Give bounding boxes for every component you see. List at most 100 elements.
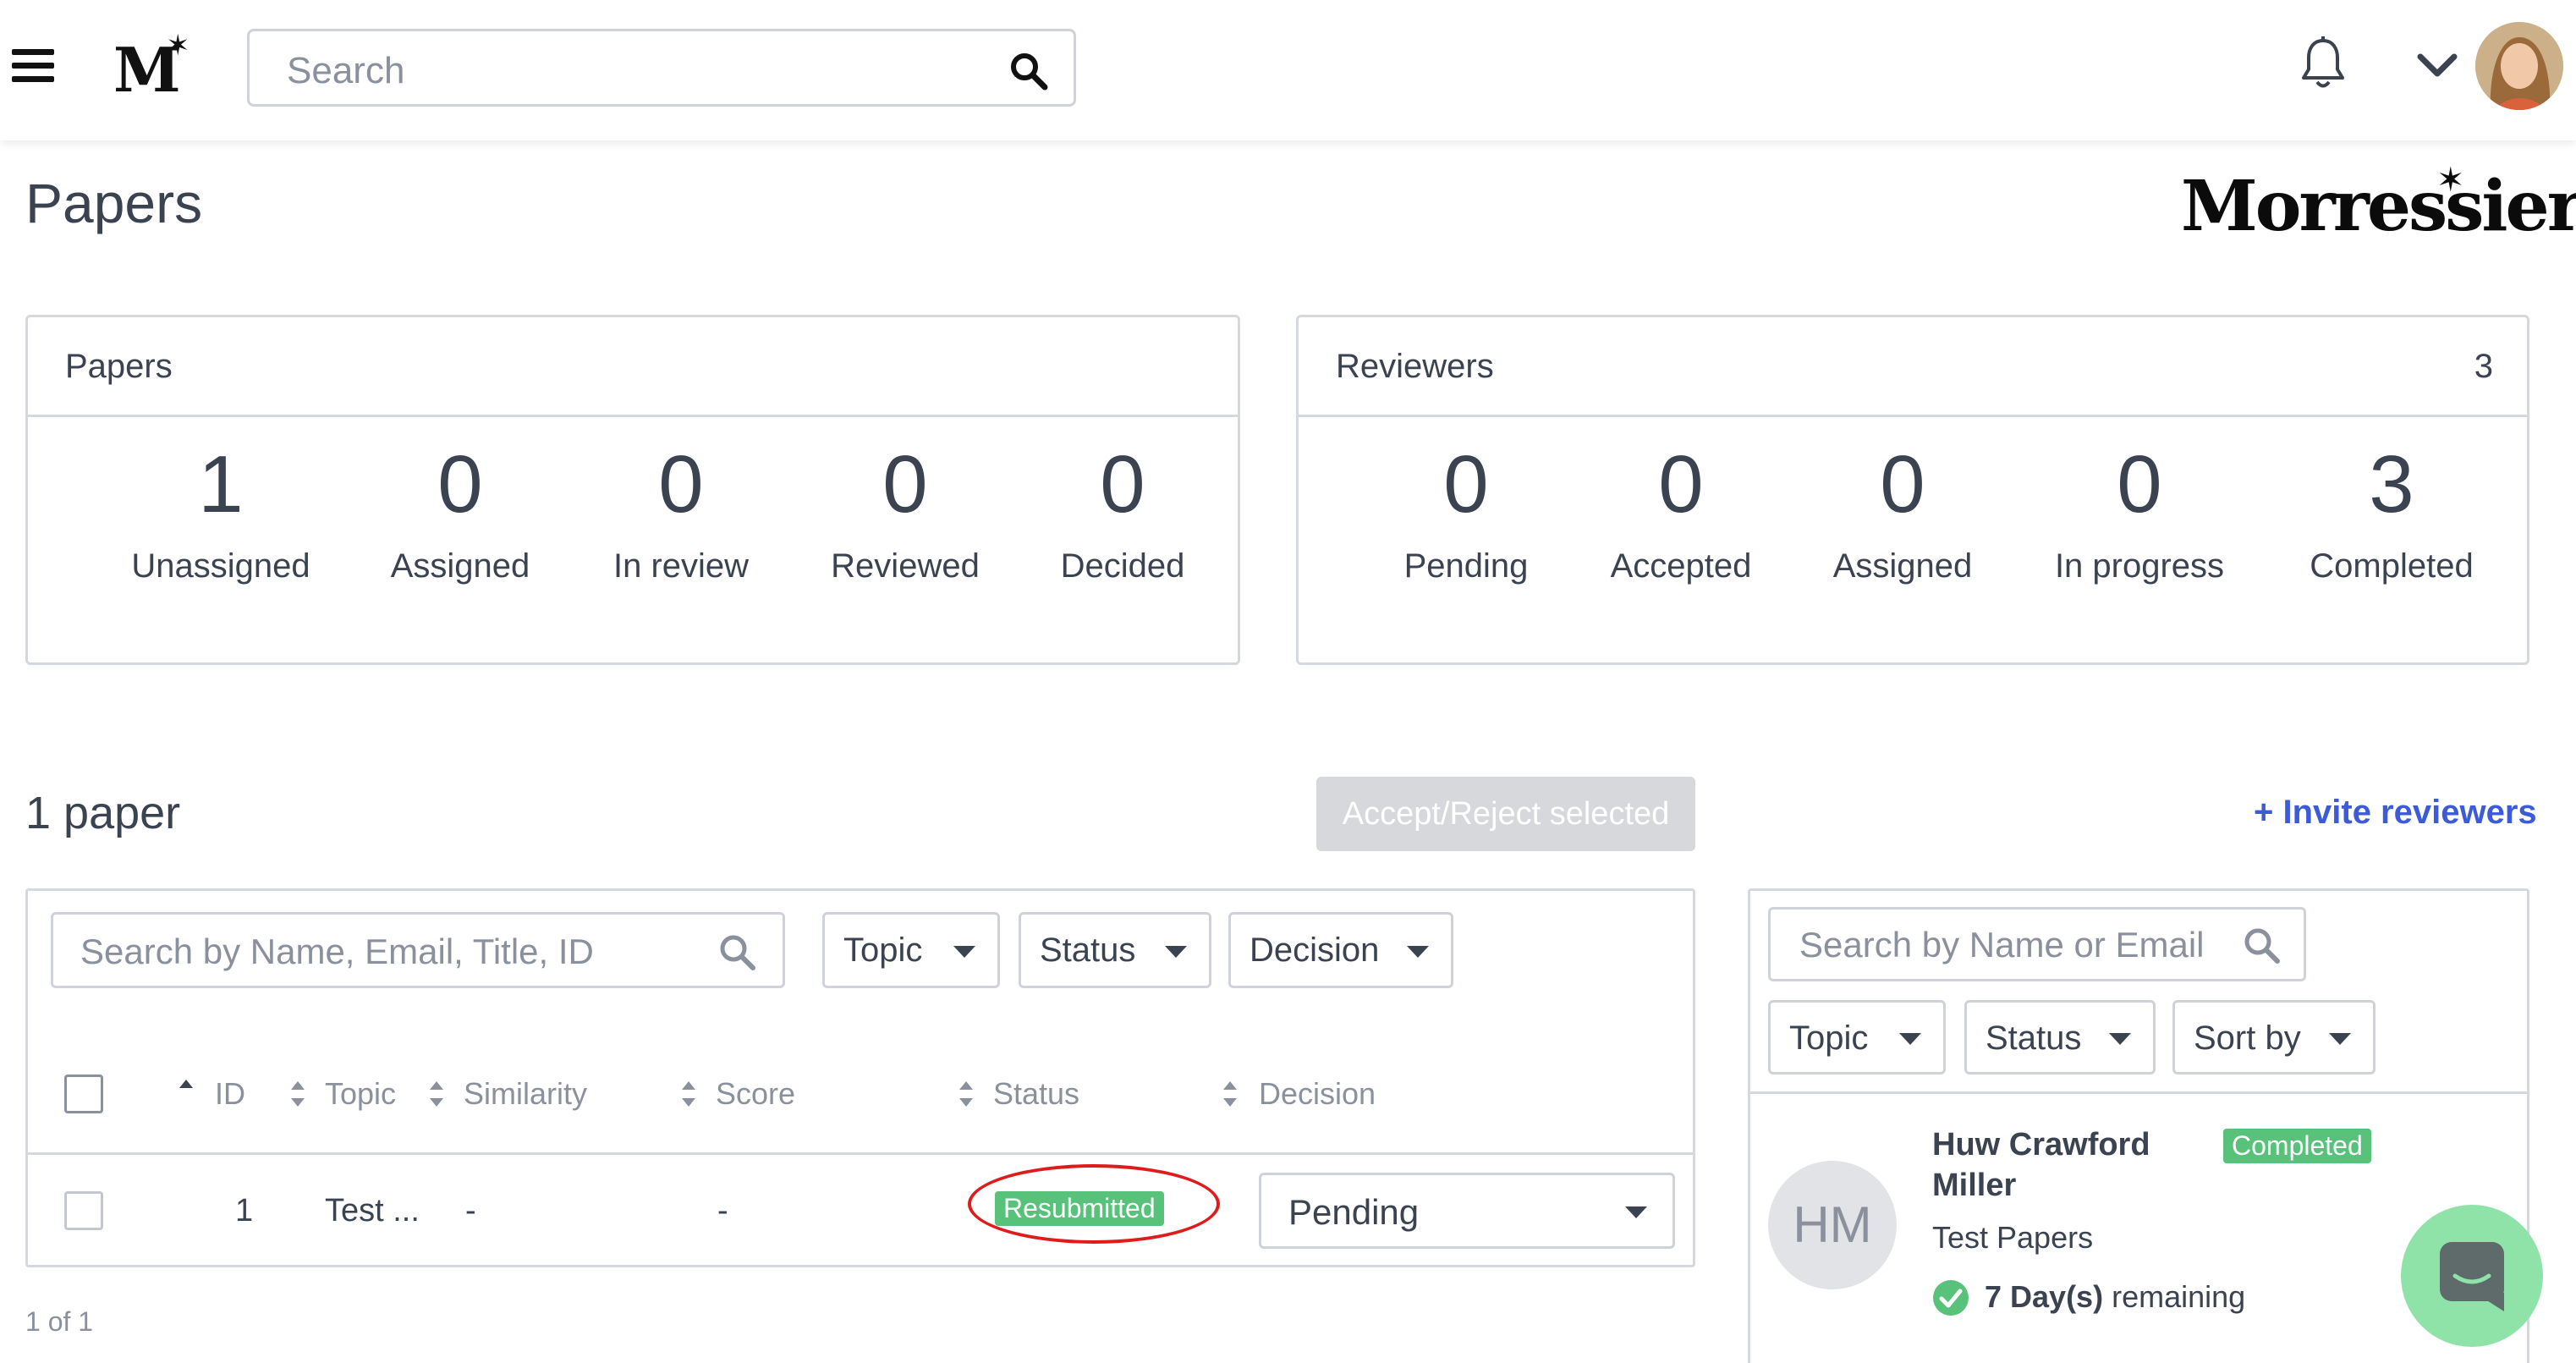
reviewer-initials-avatar: HM bbox=[1768, 1161, 1897, 1289]
reviewer-days: 7 Day(s) bbox=[1985, 1279, 2104, 1314]
sort-icon[interactable] bbox=[958, 1080, 975, 1108]
reviewer-status-badge: Completed bbox=[2223, 1129, 2371, 1163]
reviewer-days-suffix: remaining bbox=[2112, 1279, 2246, 1314]
filter-label: Status bbox=[1040, 932, 1136, 969]
chevron-down-icon[interactable] bbox=[2416, 51, 2458, 80]
row-similarity: - bbox=[465, 1193, 476, 1228]
caret-down-icon bbox=[1407, 946, 1429, 958]
row-checkbox[interactable] bbox=[64, 1191, 103, 1230]
caret-down-icon bbox=[1165, 946, 1187, 958]
stat-reviewed[interactable]: 0 Reviewed bbox=[795, 444, 1015, 585]
stat-value: 0 bbox=[882, 439, 928, 530]
select-all-checkbox[interactable] bbox=[64, 1074, 103, 1113]
stat-completed[interactable]: 3 Completed bbox=[2282, 444, 2502, 585]
stat-value: 0 bbox=[437, 439, 483, 530]
bell-icon[interactable] bbox=[2299, 36, 2347, 91]
stat-value: 3 bbox=[2369, 439, 2414, 530]
stat-value: 0 bbox=[658, 439, 704, 530]
reviewer-time-remaining: 7 Day(s) remaining bbox=[1985, 1279, 2245, 1315]
stat-value: 0 bbox=[1100, 439, 1145, 530]
column-header-score[interactable]: Score bbox=[716, 1076, 795, 1112]
reviewers-count: 3 bbox=[2474, 348, 2493, 385]
decision-select[interactable]: Pending bbox=[1259, 1173, 1675, 1249]
filter-label: Decision bbox=[1250, 932, 1380, 969]
search-icon[interactable] bbox=[717, 932, 757, 972]
reviewer-search-placeholder: Search by Name or Email bbox=[1799, 925, 2205, 965]
filter-label: Topic bbox=[843, 932, 923, 969]
sort-icon[interactable] bbox=[1222, 1080, 1239, 1108]
reviewers-card-title: Reviewers bbox=[1336, 348, 1494, 385]
stat-label: Pending bbox=[1403, 547, 1529, 585]
stat-label: Unassigned bbox=[131, 547, 310, 585]
column-header-similarity[interactable]: Similarity bbox=[464, 1076, 587, 1112]
stat-assigned[interactable]: 0 Assigned bbox=[350, 444, 570, 585]
papers-stats-card: Papers 1 Unassigned 0 Assigned 0 In revi… bbox=[25, 315, 1240, 665]
logo-star-icon: ✶ bbox=[166, 30, 190, 62]
page-title: Papers bbox=[25, 172, 203, 234]
stat-label: In review bbox=[612, 547, 750, 585]
stat-label: Assigned bbox=[390, 547, 530, 585]
column-header-id[interactable]: ID bbox=[215, 1076, 245, 1112]
stat-value: 1 bbox=[198, 439, 244, 530]
papers-card-title: Papers bbox=[65, 348, 173, 385]
search-icon[interactable] bbox=[1008, 50, 1048, 91]
column-header-status[interactable]: Status bbox=[993, 1076, 1079, 1112]
brand-star-icon: ✶ bbox=[2436, 162, 2465, 199]
invite-reviewers-link[interactable]: + Invite reviewers bbox=[2254, 794, 2537, 832]
stat-decided[interactable]: 0 Decided bbox=[1013, 444, 1233, 585]
reviewer-name-line-1[interactable]: Huw Crawford bbox=[1932, 1127, 2150, 1163]
caret-down-icon bbox=[2109, 1033, 2131, 1045]
reviewer-status-filter[interactable]: Status bbox=[1964, 1000, 2156, 1074]
chat-widget-button[interactable] bbox=[2401, 1205, 2543, 1347]
search-icon[interactable] bbox=[2241, 925, 2282, 965]
reviewer-topic: Test Papers bbox=[1932, 1220, 2094, 1255]
pagination-label: 1 of 1 bbox=[25, 1306, 94, 1337]
row-score: - bbox=[717, 1193, 728, 1228]
column-header-decision[interactable]: Decision bbox=[1259, 1076, 1376, 1112]
avatar[interactable] bbox=[2475, 22, 2563, 110]
sort-icon[interactable] bbox=[289, 1080, 306, 1108]
stat-reviewer-assigned[interactable]: 0 Assigned bbox=[1793, 444, 2013, 585]
sort-asc-icon[interactable] bbox=[178, 1076, 195, 1105]
stat-label: In progress bbox=[2054, 547, 2225, 585]
column-header-topic[interactable]: Topic bbox=[325, 1076, 396, 1112]
stat-value: 0 bbox=[1658, 439, 1704, 530]
sort-icon[interactable] bbox=[680, 1080, 697, 1108]
status-filter-dropdown[interactable]: Status bbox=[1019, 912, 1211, 988]
stat-label: Assigned bbox=[1832, 547, 1973, 585]
caret-down-icon bbox=[953, 946, 975, 958]
row-id: 1 bbox=[235, 1193, 254, 1228]
check-circle-icon bbox=[1933, 1280, 1969, 1316]
filter-label: Topic bbox=[1789, 1020, 1869, 1057]
stat-in-progress[interactable]: 0 In progress bbox=[2029, 444, 2249, 585]
stat-value: 0 bbox=[1443, 439, 1489, 530]
global-search-input[interactable]: Search bbox=[247, 29, 1076, 107]
decision-filter-dropdown[interactable]: Decision bbox=[1228, 912, 1453, 988]
sort-icon[interactable] bbox=[428, 1080, 445, 1108]
accept-reject-selected-button[interactable]: Accept/Reject selected bbox=[1316, 777, 1695, 851]
stat-label: Decided bbox=[1060, 547, 1185, 585]
reviewer-name-line-2[interactable]: Miller bbox=[1932, 1168, 2016, 1204]
filter-label: Status bbox=[1986, 1020, 2082, 1057]
stat-in-review[interactable]: 0 In review bbox=[571, 444, 791, 585]
stat-label: Completed bbox=[2310, 547, 2474, 585]
stat-label: Accepted bbox=[1610, 547, 1752, 585]
papers-search-input[interactable]: Search by Name, Email, Title, ID bbox=[51, 912, 785, 988]
filter-label: Sort by bbox=[2194, 1020, 2301, 1057]
caret-down-icon bbox=[2329, 1033, 2351, 1045]
reviewer-topic-filter[interactable]: Topic bbox=[1768, 1000, 1946, 1074]
chat-icon bbox=[2440, 1242, 2504, 1311]
reviewers-stats-card: Reviewers 3 0 Pending 0 Accepted 0 Assig… bbox=[1296, 315, 2529, 665]
stat-value: 0 bbox=[2117, 439, 2162, 530]
stat-value: 0 bbox=[1880, 439, 1925, 530]
row-topic[interactable]: Test ... bbox=[325, 1193, 420, 1229]
reviewer-sort-dropdown[interactable]: Sort by bbox=[2172, 1000, 2376, 1074]
caret-down-icon bbox=[1899, 1033, 1921, 1045]
brand-logo: Morressier bbox=[2181, 166, 2576, 247]
reviewer-search-input[interactable]: Search by Name or Email bbox=[1768, 907, 2306, 981]
menu-icon[interactable] bbox=[12, 47, 54, 85]
stat-pending[interactable]: 0 Pending bbox=[1356, 444, 1576, 585]
stat-unassigned[interactable]: 1 Unassigned bbox=[111, 444, 331, 585]
stat-accepted[interactable]: 0 Accepted bbox=[1571, 444, 1791, 585]
topic-filter-dropdown[interactable]: Topic bbox=[822, 912, 1000, 988]
